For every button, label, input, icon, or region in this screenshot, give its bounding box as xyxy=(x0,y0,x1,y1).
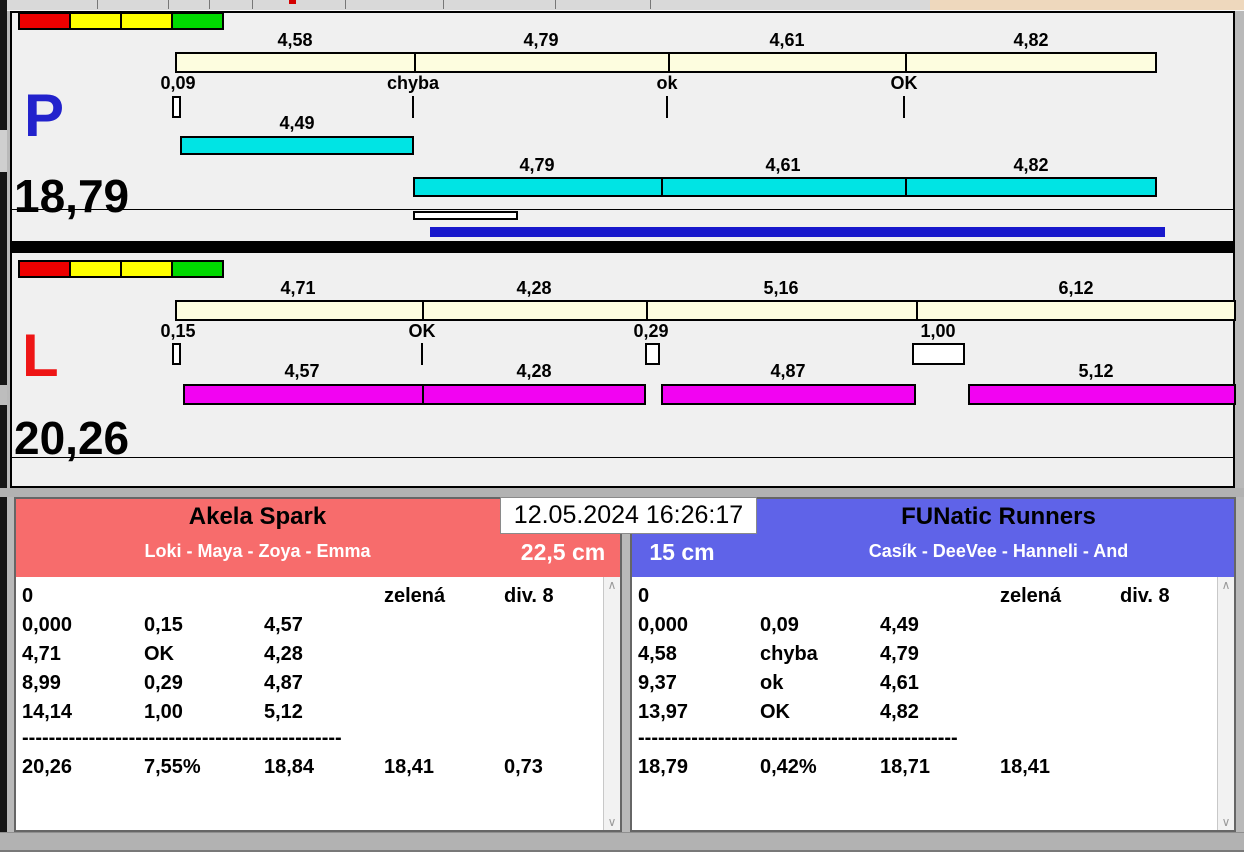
traffic-light-cell xyxy=(120,260,173,278)
top-strip-tick xyxy=(168,0,169,9)
ruler-divider xyxy=(414,54,416,71)
datetime-display: 12.05.2024 16:26:17 xyxy=(500,497,757,534)
segment-ruler-bar xyxy=(175,52,1157,73)
traffic-light-cell xyxy=(18,12,71,30)
run-bar-segment xyxy=(183,384,424,405)
exchange-tick-line xyxy=(412,96,414,118)
exchange-label: OK xyxy=(408,321,436,341)
exchange-label: 1,00 xyxy=(920,321,956,341)
run-bar-segment xyxy=(413,177,663,197)
exchange-label: chyba xyxy=(386,73,440,93)
top-strip-tick xyxy=(555,0,556,9)
exchange-tick-box xyxy=(172,343,181,365)
app-window: P 18,79 L 20,26 Akela Spark Loki - Maya … xyxy=(0,0,1244,852)
run-bar-label: 4,82 xyxy=(1013,155,1049,175)
top-strip-red-mark xyxy=(289,0,296,4)
top-strip-tick xyxy=(345,0,346,9)
current-run-bar xyxy=(413,211,518,220)
ruler-segment-label: 4,58 xyxy=(277,30,313,50)
lane-baseline xyxy=(12,457,1233,458)
exchange-label: 0,15 xyxy=(160,321,196,341)
exchange-label: 0,29 xyxy=(633,321,669,341)
run-bar-segment xyxy=(661,384,916,405)
lane-baseline xyxy=(12,209,1233,210)
exchange-tick-line xyxy=(421,343,423,365)
ruler-segment-label: 4,82 xyxy=(1013,30,1049,50)
traffic-light-cell xyxy=(171,260,224,278)
ruler-segment-label: 4,79 xyxy=(523,30,559,50)
run-bar-segment xyxy=(422,384,646,405)
exchange-tick-line xyxy=(666,96,668,118)
exchange-tick-box xyxy=(645,343,660,365)
run-bar-label: 4,87 xyxy=(770,361,806,381)
top-strip-tick xyxy=(97,0,98,9)
ruler-divider xyxy=(668,54,670,71)
run-bar-label: 4,79 xyxy=(519,155,555,175)
ruler-segment-label: 6,12 xyxy=(1058,278,1094,298)
top-strip-tick xyxy=(252,0,253,9)
exchange-tick-box xyxy=(172,96,181,118)
top-strip-tick xyxy=(443,0,444,9)
ruler-divider xyxy=(422,302,424,319)
run-bar-segment xyxy=(905,177,1157,197)
top-strip-tick xyxy=(650,0,651,9)
traffic-light-cell xyxy=(69,12,122,30)
exchange-label: ok xyxy=(656,73,678,93)
exchange-tick-box xyxy=(912,343,965,365)
ruler-divider xyxy=(905,54,907,71)
exchange-tick-line xyxy=(903,96,905,118)
ruler-divider xyxy=(646,302,648,319)
ruler-divider xyxy=(916,302,918,319)
segment-ruler-bar xyxy=(175,300,1236,321)
run-bar-label: 4,61 xyxy=(765,155,801,175)
traffic-light-cell xyxy=(171,12,224,30)
run-bar-label: 4,49 xyxy=(279,113,315,133)
timing-bars-layer: 4,58 4,79 4,61 4,82 0,09 chyba ok OK 4,49 4,79 4,6… xyxy=(0,0,1244,852)
traffic-light-cell xyxy=(120,12,173,30)
run-bar-label: 5,12 xyxy=(1078,361,1114,381)
ruler-segment-label: 4,71 xyxy=(280,278,316,298)
traffic-light-cell xyxy=(69,260,122,278)
run-bar-segment xyxy=(968,384,1236,405)
top-strip-tick xyxy=(209,0,210,9)
run-bar-segment xyxy=(661,177,907,197)
run-bar-label: 4,28 xyxy=(516,361,552,381)
ruler-segment-label: 4,61 xyxy=(769,30,805,50)
traffic-light-cell xyxy=(18,260,71,278)
exchange-label: OK xyxy=(890,73,918,93)
run-bar-segment xyxy=(180,136,414,155)
progress-bar xyxy=(430,227,1165,237)
ruler-segment-label: 4,28 xyxy=(516,278,552,298)
ruler-segment-label: 5,16 xyxy=(763,278,799,298)
exchange-label: 0,09 xyxy=(160,73,196,93)
run-bar-label: 4,57 xyxy=(284,361,320,381)
